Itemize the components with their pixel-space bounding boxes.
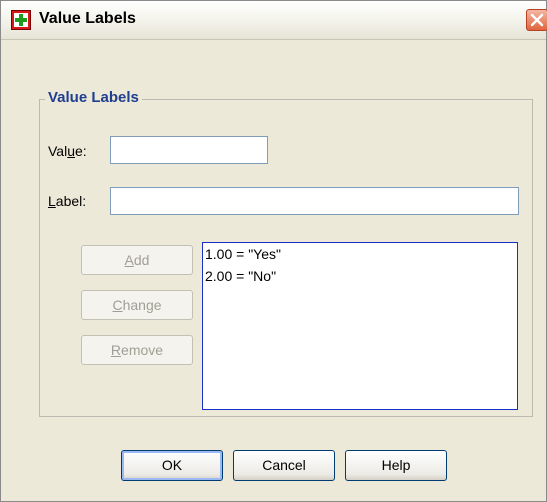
group-legend: Value Labels [45, 89, 142, 106]
cancel-button[interactable]: Cancel [233, 450, 335, 481]
label-input[interactable] [110, 187, 519, 215]
close-button[interactable] [526, 9, 547, 31]
spss-dialog-icon [11, 10, 31, 30]
list-item[interactable]: 1.00 = "Yes" [203, 243, 517, 265]
value-label: Value: [48, 143, 87, 159]
value-input[interactable] [110, 136, 268, 164]
label-label: Label: [48, 193, 87, 209]
window-title: Value Labels [39, 10, 136, 27]
change-button[interactable]: Change [81, 290, 193, 320]
title-bar[interactable]: Value Labels [1, 1, 547, 40]
value-labels-dialog: Value Labels Value Labels Value: Label: … [0, 0, 547, 502]
add-button[interactable]: Add [81, 245, 193, 275]
remove-button[interactable]: Remove [81, 335, 193, 365]
value-labels-list[interactable]: 1.00 = "Yes" 2.00 = "No" [202, 242, 518, 410]
help-button[interactable]: Help [345, 450, 447, 481]
close-icon [530, 13, 544, 27]
ok-button[interactable]: OK [121, 450, 223, 481]
list-item[interactable]: 2.00 = "No" [203, 265, 517, 287]
